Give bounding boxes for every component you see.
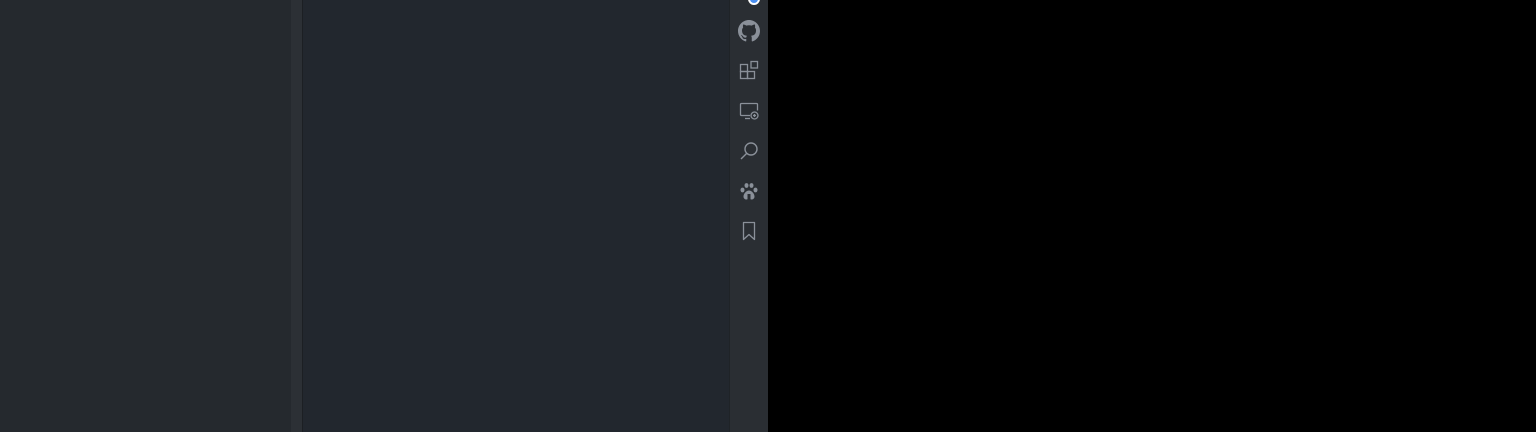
remote-explorer-button[interactable] (730, 93, 768, 129)
search-icon (738, 140, 760, 162)
bookmark-icon (738, 220, 760, 242)
github-button[interactable] (730, 13, 768, 49)
app-window (0, 0, 1536, 432)
extensions-icon (738, 60, 760, 82)
notification-badge (748, 0, 760, 5)
paw-icon (738, 180, 760, 202)
side-panel (0, 0, 291, 432)
editor-area[interactable] (303, 0, 729, 432)
remote-explorer-icon (738, 100, 760, 122)
extensions-button[interactable] (730, 53, 768, 89)
activity-bar (729, 0, 768, 432)
empty-screen-area (768, 0, 1536, 432)
paw-button[interactable] (730, 173, 768, 209)
bookmarks-button[interactable] (730, 213, 768, 249)
search-button[interactable] (730, 133, 768, 169)
github-icon (738, 20, 760, 42)
